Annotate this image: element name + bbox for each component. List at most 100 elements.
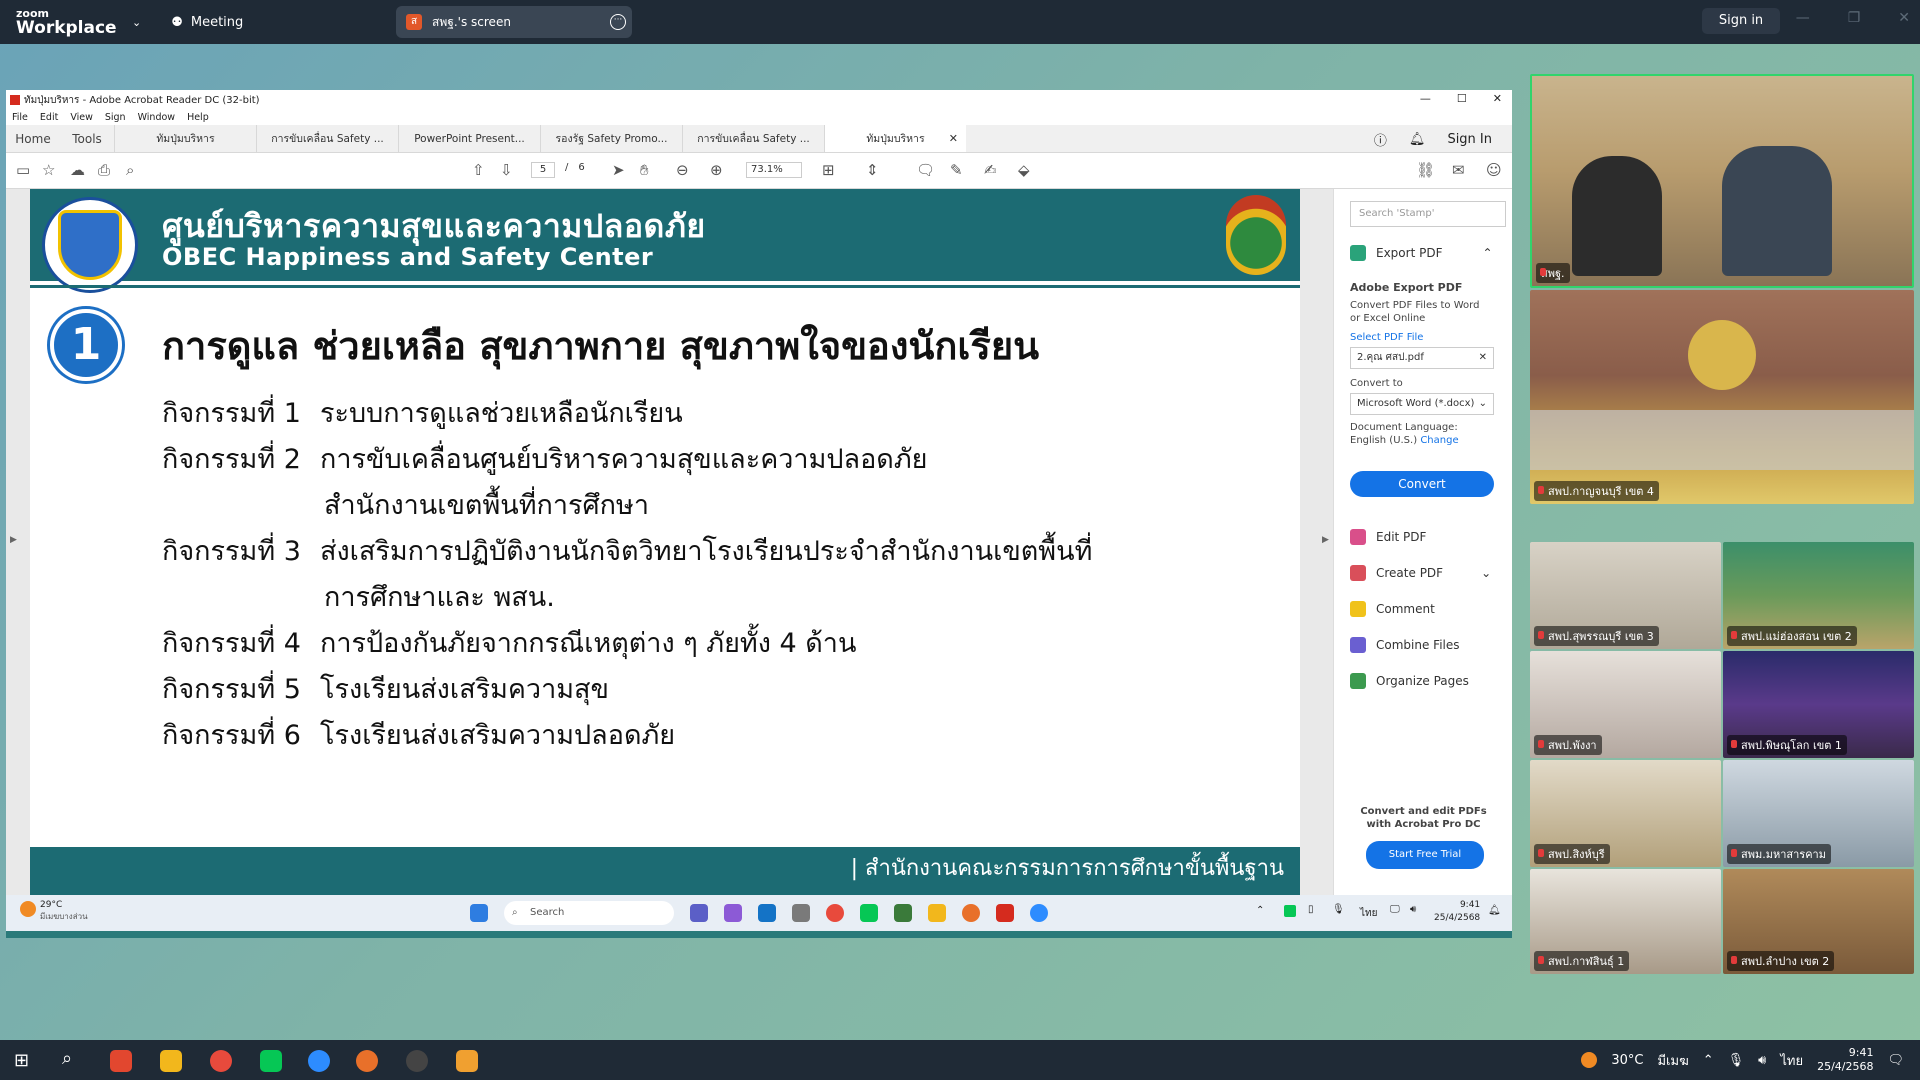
windows-start-icon[interactable]: ⊞ bbox=[14, 1050, 29, 1071]
participant-video-tile[interactable]: สพป.ลำปาง เขต 2 bbox=[1723, 869, 1914, 974]
doc-tab[interactable]: การขับเคลื่อน Safety ... bbox=[256, 125, 398, 152]
export-pdf-header[interactable]: Export PDF ⌃ bbox=[1350, 245, 1493, 261]
active-app-icon[interactable] bbox=[456, 1050, 478, 1072]
menu-help[interactable]: Help bbox=[187, 112, 209, 123]
weather-desc[interactable]: มีเมฆ bbox=[1657, 1050, 1688, 1071]
prev-page-icon[interactable]: ⇧ bbox=[472, 161, 485, 179]
menu-sign[interactable]: Sign bbox=[105, 112, 126, 123]
menu-view[interactable]: View bbox=[70, 112, 93, 123]
hand-icon[interactable]: ✋︎ bbox=[640, 161, 649, 179]
line-icon[interactable] bbox=[860, 904, 878, 922]
convert-to-select[interactable]: Microsoft Word (*.docx) ⌄ bbox=[1350, 393, 1494, 415]
search-icon[interactable]: ⌕ bbox=[62, 1048, 72, 1069]
maximize-icon[interactable]: ☐ bbox=[1457, 92, 1467, 105]
mic-tray-icon[interactable]: 🎙︎ bbox=[1332, 904, 1345, 915]
doc-tab[interactable]: PowerPoint Present... bbox=[398, 125, 540, 152]
tool-comment[interactable]: Comment bbox=[1350, 601, 1435, 617]
clear-file-icon[interactable]: ✕ bbox=[1479, 348, 1487, 368]
chevron-down-icon[interactable]: ⌄ bbox=[132, 16, 141, 29]
stamp-search-input[interactable]: Search 'Stamp' bbox=[1350, 201, 1506, 227]
firefox-icon[interactable] bbox=[962, 904, 980, 922]
participant-video-tile[interactable]: สพป.สิงห์บุรี bbox=[1530, 760, 1721, 867]
volume-icon[interactable]: 🔊︎ bbox=[1410, 904, 1416, 915]
chrome-icon[interactable] bbox=[210, 1050, 232, 1072]
zoom-search-icon[interactable]: ⌕ bbox=[126, 161, 134, 179]
menu-window[interactable]: Window bbox=[138, 112, 175, 123]
shared-screen-indicator[interactable]: ส สพฐ.'s screen ··· bbox=[396, 6, 632, 38]
meeting-menu[interactable]: ⚉ Meeting bbox=[171, 15, 243, 30]
chevron-down-icon[interactable]: ⌄ bbox=[1481, 566, 1491, 580]
weather-temp[interactable]: 30°C bbox=[1611, 1053, 1643, 1068]
change-language-link[interactable]: Change bbox=[1420, 435, 1458, 446]
doc-tab-active[interactable]: ทัมปุ่มบริหาร ✕ bbox=[824, 125, 966, 152]
convert-button[interactable]: Convert bbox=[1350, 471, 1494, 497]
scroll-mode-icon[interactable]: ⇕ bbox=[866, 161, 879, 179]
local-clock[interactable]: 9:41 25/4/2568 bbox=[1817, 1046, 1873, 1074]
tool-combine-files[interactable]: Combine Files bbox=[1350, 637, 1460, 653]
zoom-level-select[interactable]: 73.1% bbox=[746, 162, 802, 178]
copilot-icon[interactable] bbox=[724, 904, 742, 922]
doc-tab[interactable]: รองรัฐ Safety Promo... bbox=[540, 125, 682, 152]
minimize-icon[interactable]: — bbox=[1420, 92, 1431, 105]
help-icon[interactable]: ⓘ bbox=[1374, 130, 1387, 149]
selected-file-field[interactable]: 2.คุณ ศสป.pdf ✕ bbox=[1350, 347, 1494, 369]
notification-icon[interactable]: 🗨︎ bbox=[1887, 1053, 1904, 1068]
fit-page-icon[interactable]: ⊞ bbox=[822, 161, 835, 179]
tab-home[interactable]: Home bbox=[6, 125, 60, 152]
folder-icon[interactable] bbox=[160, 1050, 182, 1072]
menu-file[interactable]: File bbox=[12, 112, 28, 123]
windows-start-icon[interactable] bbox=[470, 904, 488, 922]
upload-icon[interactable]: ☁ bbox=[70, 161, 85, 179]
doc-tab[interactable]: ทัมปุ่มบริหาร bbox=[114, 125, 256, 152]
outlook-icon[interactable] bbox=[758, 904, 776, 922]
tool-create-pdf[interactable]: Create PDF ⌄ bbox=[1350, 565, 1491, 581]
wps-icon[interactable] bbox=[110, 1050, 132, 1072]
zoom-taskbar-icon[interactable] bbox=[308, 1050, 330, 1072]
remote-search-box[interactable]: ⌕ Search bbox=[504, 901, 674, 925]
zoom-in-icon[interactable]: ⊕ bbox=[710, 161, 723, 179]
weather-widget[interactable]: 29°C มีเมฆบางส่วน bbox=[40, 899, 88, 923]
left-panel-arrow-icon[interactable]: ▶ bbox=[10, 535, 17, 545]
next-page-icon[interactable]: ⇩ bbox=[500, 161, 513, 179]
calculator-icon[interactable] bbox=[894, 904, 912, 922]
document-area[interactable]: ▶ ศูนย์บริหารความสุขและความปลอดภัย OBEC … bbox=[6, 189, 1333, 895]
close-icon[interactable]: ✕ bbox=[1493, 92, 1502, 105]
zoom-taskbar-icon[interactable] bbox=[1030, 904, 1048, 922]
mic-icon[interactable]: 🎙︎ bbox=[1728, 1053, 1745, 1068]
acrobat-taskbar-icon[interactable] bbox=[996, 904, 1014, 922]
more-icon[interactable]: ··· bbox=[610, 14, 626, 30]
chrome-icon[interactable] bbox=[826, 904, 844, 922]
acrobat-sign-in[interactable]: Sign In bbox=[1447, 132, 1492, 147]
star-icon[interactable]: ☆ bbox=[42, 161, 55, 179]
volume-icon[interactable]: 🔊︎ bbox=[1758, 1053, 1766, 1068]
line-tray-icon[interactable] bbox=[1284, 905, 1296, 917]
firefox-icon[interactable] bbox=[356, 1050, 378, 1072]
tab-tools[interactable]: Tools bbox=[60, 125, 114, 152]
tool-organize-pages[interactable]: Organize Pages bbox=[1350, 673, 1469, 689]
participant-video-tile[interactable]: สพป.สุพรรณบุรี เขต 3 bbox=[1530, 542, 1721, 649]
minimize-icon[interactable]: — bbox=[1796, 10, 1810, 26]
sign-icon[interactable]: ✍︎ bbox=[984, 161, 997, 179]
speaker-video-tile[interactable]: สพฐ. bbox=[1530, 74, 1914, 288]
participant-video-tile[interactable]: สพป.กาญจนบุรี เขต 4 bbox=[1530, 290, 1914, 504]
account-icon[interactable]: ☺ bbox=[1486, 161, 1502, 179]
remote-clock[interactable]: 9:41 25/4/2568 bbox=[1434, 899, 1480, 925]
close-tab-icon[interactable]: ✕ bbox=[949, 132, 958, 145]
notification-icon[interactable]: 🔔︎ bbox=[1488, 905, 1501, 916]
battery-icon[interactable]: ▯ bbox=[1308, 904, 1314, 915]
comment-icon[interactable]: 🗨︎ bbox=[916, 161, 935, 179]
participant-video-tile[interactable]: สพป.พังงา bbox=[1530, 651, 1721, 758]
mail-icon[interactable]: ✉ bbox=[1452, 161, 1465, 179]
pen-icon[interactable]: ✎ bbox=[950, 161, 963, 179]
maximize-icon[interactable]: ❐ bbox=[1848, 10, 1861, 26]
close-icon[interactable]: ✕ bbox=[1898, 10, 1910, 26]
link-icon[interactable]: ⛓︎ bbox=[1416, 161, 1435, 179]
chevron-up-icon[interactable]: ⌃ bbox=[1256, 905, 1264, 916]
chevron-up-icon[interactable]: ⌃ bbox=[1703, 1053, 1714, 1068]
folder-icon[interactable] bbox=[928, 904, 946, 922]
language-indicator[interactable]: ไทย bbox=[1360, 906, 1377, 921]
zoom-out-icon[interactable]: ⊖ bbox=[676, 161, 689, 179]
obs-icon[interactable] bbox=[406, 1050, 428, 1072]
page-current-input[interactable]: 5 bbox=[531, 162, 555, 178]
right-panel-arrow-icon[interactable]: ▶ bbox=[1322, 535, 1329, 545]
